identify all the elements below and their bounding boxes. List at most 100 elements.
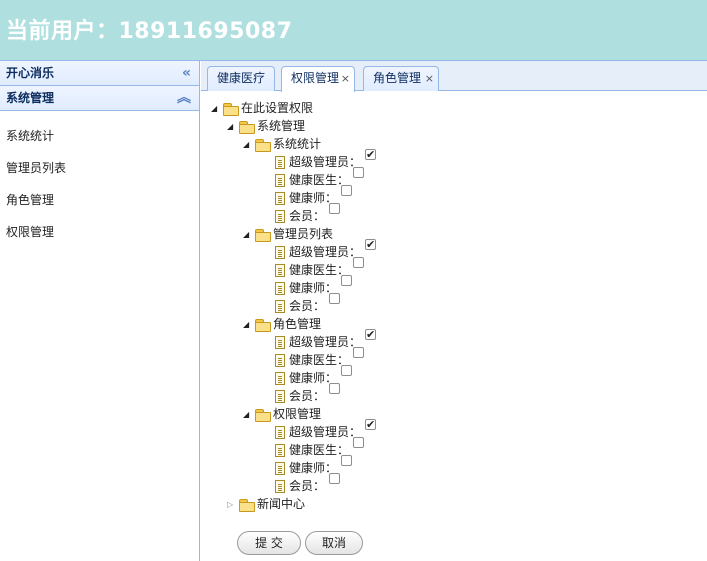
- tree-node-group[interactable]: ◢ 权限管理: [243, 405, 321, 423]
- role-checkbox[interactable]: ✔: [365, 239, 377, 250]
- close-icon[interactable]: ×: [341, 67, 350, 90]
- close-icon[interactable]: ×: [425, 67, 434, 90]
- file-icon: [275, 192, 285, 205]
- file-icon: [275, 372, 285, 385]
- role-checkbox[interactable]: [353, 167, 365, 178]
- file-icon: [275, 300, 285, 313]
- collapsed-arrow-icon[interactable]: ▷: [227, 496, 239, 514]
- tree-node-group[interactable]: ◢ 管理员列表: [243, 225, 333, 243]
- role-label: 超级管理员：: [289, 245, 362, 259]
- role-label: 超级管理员：: [289, 335, 362, 349]
- role-checkbox[interactable]: ✔: [365, 419, 377, 430]
- role-checkbox[interactable]: [353, 347, 365, 358]
- tree-node-label: 系统统计: [273, 137, 322, 151]
- role-label: 健康医生：: [289, 443, 350, 457]
- tree-leaf-role: 会员：: [275, 383, 341, 405]
- file-icon: [275, 264, 285, 277]
- tab-label: 健康医疗: [217, 71, 266, 85]
- role-checkbox[interactable]: [341, 365, 353, 376]
- role-checkbox[interactable]: ✔: [365, 329, 377, 340]
- tab-role-management[interactable]: 角色管理 ×: [363, 66, 439, 91]
- tab-bar: 健康医疗 权限管理 × 角色管理 ×: [201, 61, 707, 92]
- sidebar-section-header[interactable]: 系统管理 ︽: [0, 86, 199, 111]
- file-icon: [275, 282, 285, 295]
- folder-open-icon: [255, 228, 271, 242]
- current-user-title: 当前用户：18911695087: [6, 19, 293, 44]
- role-checkbox[interactable]: [341, 455, 353, 466]
- file-icon: [275, 480, 285, 493]
- file-icon: [275, 444, 285, 457]
- sidebar-panel-title: 开心消乐: [6, 66, 55, 80]
- file-icon: [275, 390, 285, 403]
- tab-health-medical[interactable]: 健康医疗: [207, 66, 275, 91]
- cancel-button[interactable]: 取消: [305, 531, 363, 555]
- tree-leaf-role: 会员：: [275, 293, 341, 315]
- role-checkbox[interactable]: [329, 293, 341, 304]
- role-label: 健康医生：: [289, 263, 350, 277]
- tree-leaf-role: 会员：: [275, 473, 341, 495]
- role-checkbox[interactable]: [341, 275, 353, 286]
- role-checkbox[interactable]: ✔: [365, 149, 377, 160]
- chevron-up-icon[interactable]: ︽: [177, 86, 191, 110]
- role-checkbox[interactable]: [353, 437, 365, 448]
- file-icon: [275, 174, 285, 187]
- role-label: 会员：: [289, 209, 326, 223]
- tree-node-news[interactable]: ▷ 新闻中心: [227, 495, 305, 513]
- role-label: 超级管理员：: [289, 425, 362, 439]
- sidebar-menu: 系统统计 管理员列表 角色管理 权限管理: [0, 111, 199, 251]
- expanded-arrow-icon[interactable]: ◢: [243, 316, 255, 334]
- role-checkbox[interactable]: [329, 203, 341, 214]
- role-checkbox[interactable]: [341, 185, 353, 196]
- role-checkbox[interactable]: [353, 257, 365, 268]
- sidebar: 开心消乐 « 系统管理 ︽ 系统统计 管理员列表 角色管理 权限管理: [0, 61, 200, 561]
- folder-open-icon: [223, 102, 239, 116]
- tree-leaf-role: 健康师：: [275, 365, 353, 387]
- tree-node-group[interactable]: ◢ 系统统计: [243, 135, 321, 153]
- tree-node-group[interactable]: ◢ 角色管理: [243, 315, 321, 333]
- file-icon: [275, 426, 285, 439]
- role-label: 会员：: [289, 389, 326, 403]
- tree-leaf-role: 健康师：: [275, 455, 353, 477]
- role-label: 健康医生：: [289, 173, 350, 187]
- tab-permission-management[interactable]: 权限管理 ×: [281, 66, 355, 92]
- file-icon: [275, 354, 285, 367]
- role-label: 健康医生：: [289, 353, 350, 367]
- submit-button[interactable]: 提 交: [237, 531, 301, 555]
- expanded-arrow-icon[interactable]: ◢: [243, 406, 255, 424]
- tree-leaf-role: 健康师：: [275, 185, 353, 207]
- role-label: 会员：: [289, 479, 326, 493]
- sidebar-item-system-stats[interactable]: 系统统计: [0, 123, 199, 155]
- role-checkbox[interactable]: [329, 473, 341, 484]
- file-icon: [275, 246, 285, 259]
- expanded-arrow-icon[interactable]: ◢: [211, 100, 223, 118]
- expanded-arrow-icon[interactable]: ◢: [243, 226, 255, 244]
- tree-leaf-role: 健康师：: [275, 275, 353, 297]
- tab-label: 角色管理: [373, 71, 422, 85]
- sidebar-panel-header: 开心消乐 «: [0, 61, 199, 86]
- role-checkbox[interactable]: [329, 383, 341, 394]
- tree-node-label: 在此设置权限: [241, 101, 314, 115]
- folder-open-icon: [255, 408, 271, 422]
- tab-label: 权限管理: [291, 71, 340, 85]
- sidebar-item-permission-management[interactable]: 权限管理: [0, 219, 199, 251]
- folder-closed-icon: [239, 498, 255, 512]
- sidebar-item-admin-list[interactable]: 管理员列表: [0, 155, 199, 187]
- tree-node-root[interactable]: ◢ 在此设置权限: [211, 99, 313, 117]
- folder-open-icon: [255, 318, 271, 332]
- tree-node-label: 系统管理: [257, 119, 306, 133]
- sidebar-item-role-management[interactable]: 角色管理: [0, 187, 199, 219]
- file-icon: [275, 462, 285, 475]
- file-icon: [275, 336, 285, 349]
- tree-node-label: 管理员列表: [273, 227, 334, 241]
- folder-open-icon: [239, 120, 255, 134]
- file-icon: [275, 210, 285, 223]
- collapse-icon[interactable]: «: [182, 61, 191, 85]
- sidebar-section-title: 系统管理: [6, 91, 55, 105]
- file-icon: [275, 156, 285, 169]
- tree-node-label: 角色管理: [273, 317, 322, 331]
- expanded-arrow-icon[interactable]: ◢: [227, 118, 239, 136]
- tree-node-label: 新闻中心: [257, 497, 306, 511]
- expanded-arrow-icon[interactable]: ◢: [243, 136, 255, 154]
- tree-node-label: 权限管理: [273, 407, 322, 421]
- tree-node-system[interactable]: ◢ 系统管理: [227, 117, 305, 135]
